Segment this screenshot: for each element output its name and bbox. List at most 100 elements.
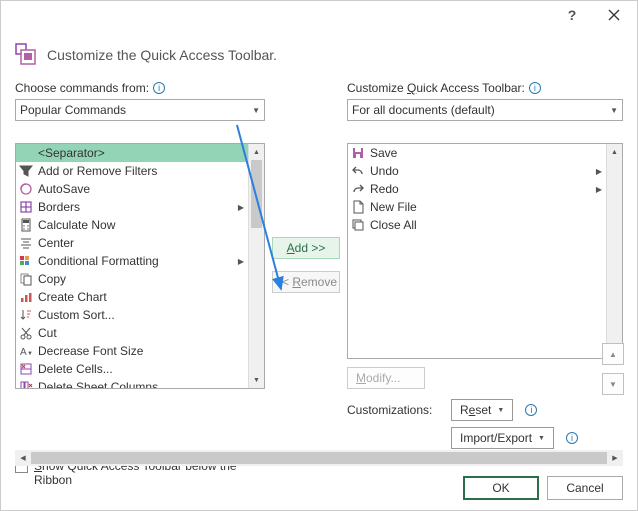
scrollbar[interactable]: ▲ ▼ <box>248 144 264 388</box>
svg-text:▼: ▼ <box>27 351 33 357</box>
fontdec-icon: A▼ <box>18 343 34 359</box>
undo-icon <box>350 163 366 179</box>
save-icon <box>350 145 366 161</box>
scroll-up-icon[interactable]: ▲ <box>607 144 622 160</box>
list-item-label: Add or Remove Filters <box>38 164 248 178</box>
page-title: Customize the Quick Access Toolbar. <box>47 47 277 63</box>
list-item-label: Custom Sort... <box>38 308 248 322</box>
close-button[interactable] <box>593 2 635 28</box>
list-item-label: Borders <box>38 200 236 214</box>
list-item[interactable]: Save <box>348 144 606 162</box>
submenu-arrow-icon: ▶ <box>594 167 604 176</box>
move-down-button[interactable]: ▼ <box>602 373 624 395</box>
scroll-thumb[interactable] <box>31 452 607 464</box>
closeall-icon <box>350 217 366 233</box>
chevron-down-icon: ▼ <box>252 106 260 115</box>
copy-icon <box>18 271 34 287</box>
qat-icon <box>15 43 39 67</box>
close-icon <box>608 9 620 21</box>
list-item-label: AutoSave <box>38 182 248 196</box>
scroll-thumb[interactable] <box>251 160 262 228</box>
filter-icon <box>18 163 34 179</box>
horizontal-scrollbar[interactable]: ◀ ▶ <box>15 450 623 466</box>
redo-icon <box>350 181 366 197</box>
list-item-label: <Separator> <box>38 146 248 160</box>
qat-scope-value: For all documents (default) <box>352 103 495 117</box>
list-item[interactable]: New File <box>348 198 606 216</box>
borders-icon <box>18 199 34 215</box>
qat-commands-list[interactable]: SaveUndo▶Redo▶New FileClose All ▲ ▼ <box>347 143 623 359</box>
list-item-label: Close All <box>370 218 606 232</box>
newfile-icon <box>350 199 366 215</box>
scroll-right-icon[interactable]: ▶ <box>607 450 623 466</box>
qat-scope-combo[interactable]: For all documents (default) ▼ <box>347 99 623 121</box>
commands-from-combo[interactable]: Popular Commands ▼ <box>15 99 265 121</box>
list-item-label: Center <box>38 236 248 250</box>
list-item[interactable]: Delete Sheet Columns <box>16 378 248 388</box>
list-item[interactable]: Center <box>16 234 248 252</box>
list-item-label: New File <box>370 200 606 214</box>
list-item[interactable]: Redo▶ <box>348 180 606 198</box>
list-item[interactable]: Calculate Now <box>16 216 248 234</box>
list-item[interactable]: Custom Sort... <box>16 306 248 324</box>
submenu-arrow-icon: ▶ <box>236 257 246 266</box>
list-item[interactable]: Borders▶ <box>16 198 248 216</box>
help-button[interactable]: ? <box>551 2 593 28</box>
list-item-label: Copy <box>38 272 248 286</box>
choose-commands-label: Choose commands from: i <box>15 81 265 95</box>
list-item[interactable]: Undo▶ <box>348 162 606 180</box>
list-item[interactable]: Delete Cells... <box>16 360 248 378</box>
list-item[interactable]: Copy <box>16 270 248 288</box>
calc-icon <box>18 217 34 233</box>
ok-button[interactable]: OK <box>463 476 539 500</box>
list-item[interactable]: <Separator> <box>16 144 248 162</box>
customize-qat-label: Customize Quick Access Toolbar: i <box>347 81 623 95</box>
cut-icon <box>18 325 34 341</box>
sort-icon <box>18 307 34 323</box>
customizations-label: Customizations: <box>347 403 443 417</box>
remove-button: << Remove <box>272 271 340 293</box>
list-item[interactable]: Add or Remove Filters <box>16 162 248 180</box>
chart-icon <box>18 289 34 305</box>
list-item-label: Undo <box>370 164 594 178</box>
list-item-label: Create Chart <box>38 290 248 304</box>
list-item-label: Calculate Now <box>38 218 248 232</box>
info-icon[interactable]: i <box>153 82 165 94</box>
scrollbar[interactable]: ▲ ▼ <box>606 144 622 358</box>
list-item-label: Cut <box>38 326 248 340</box>
cancel-button[interactable]: Cancel <box>547 476 623 500</box>
scroll-left-icon[interactable]: ◀ <box>15 450 31 466</box>
help-icon: ? <box>568 7 577 23</box>
list-item[interactable]: Close All <box>348 216 606 234</box>
delcells-icon <box>18 361 34 377</box>
chevron-down-icon: ▼ <box>610 106 618 115</box>
chevron-down-icon: ▼ <box>538 435 545 442</box>
list-item-label: Conditional Formatting <box>38 254 236 268</box>
commands-from-value: Popular Commands <box>20 103 126 117</box>
chevron-down-icon: ▼ <box>497 407 504 414</box>
scroll-up-icon[interactable]: ▲ <box>249 144 264 160</box>
list-item[interactable]: Cut <box>16 324 248 342</box>
info-icon[interactable]: i <box>529 82 541 94</box>
list-item[interactable]: Conditional Formatting▶ <box>16 252 248 270</box>
scroll-down-icon[interactable]: ▼ <box>249 372 264 388</box>
reset-button[interactable]: Reset▼ <box>451 399 513 421</box>
info-icon[interactable]: i <box>525 404 537 416</box>
list-item-label: Delete Cells... <box>38 362 248 376</box>
move-up-button[interactable]: ▲ <box>602 343 624 365</box>
info-icon[interactable]: i <box>566 432 578 444</box>
list-item-label: Save <box>370 146 606 160</box>
list-item-label: Decrease Font Size <box>38 344 248 358</box>
available-commands-list[interactable]: <Separator> Add or Remove Filters AutoSave… <box>15 143 265 389</box>
modify-button: Modify... <box>347 367 425 389</box>
list-item[interactable]: Create Chart <box>16 288 248 306</box>
list-item[interactable]: A▼ Decrease Font Size <box>16 342 248 360</box>
condfmt-icon <box>18 253 34 269</box>
submenu-arrow-icon: ▶ <box>594 185 604 194</box>
delcols-icon <box>18 379 34 388</box>
none-icon <box>18 145 34 161</box>
list-item[interactable]: AutoSave <box>16 180 248 198</box>
submenu-arrow-icon: ▶ <box>236 203 246 212</box>
add-button[interactable]: Add >> <box>272 237 340 259</box>
import-export-button[interactable]: Import/Export▼ <box>451 427 554 449</box>
